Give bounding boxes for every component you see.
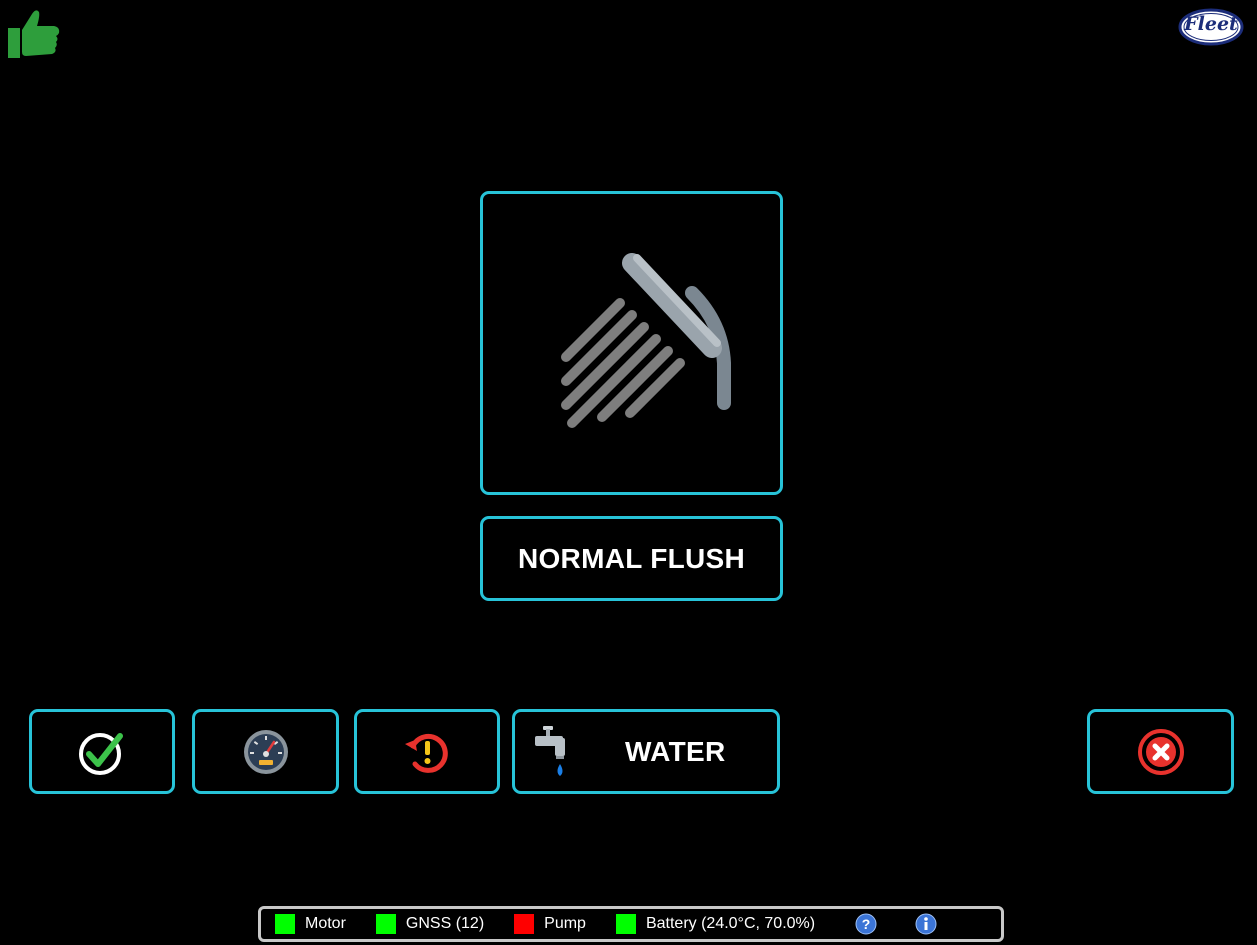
mode-label-button[interactable]: NORMAL FLUSH [480,516,783,601]
svg-text:?: ? [862,916,871,932]
speedometer-icon [243,729,288,774]
status-battery: Battery (24.0°C, 70.0%) [615,914,816,934]
confirm-button[interactable] [29,709,175,794]
help-icon[interactable]: ? [855,913,877,935]
status-indicator [375,914,396,934]
status-indicator [514,914,535,934]
logo-text: Fleet [1184,13,1238,35]
status-bar: Motor GNSS (12) Pump Battery (24.0°C, 70… [258,906,1004,942]
info-icon[interactable] [915,913,937,935]
shower-head-icon [560,253,731,428]
fleet-logo: Fleet [1178,8,1244,46]
status-indicator [275,914,295,934]
reset-history-button[interactable] [354,709,500,794]
mode-label: NORMAL FLUSH [517,542,746,574]
cancel-button[interactable] [1087,709,1234,794]
status-pump: Pump [514,914,586,934]
check-circle-icon [79,732,123,775]
thumbs-up-icon [6,6,60,60]
close-circle-icon [1137,728,1184,775]
status-indicator [615,914,636,934]
status-motor: Motor [275,914,346,934]
status-label: Battery (24.0°C, 70.0%) [645,915,816,932]
status-label: Pump [544,915,586,932]
flush-mode-image[interactable] [480,191,783,495]
status-label: Motor [305,915,346,932]
water-button[interactable]: WATER [512,709,780,794]
water-label: WATER [625,735,726,767]
status-gnss: GNSS (12) [375,914,485,934]
faucet-icon [535,725,565,776]
history-alert-icon [405,733,448,773]
status-label: GNSS (12) [405,915,485,932]
gauge-button[interactable] [192,709,339,794]
